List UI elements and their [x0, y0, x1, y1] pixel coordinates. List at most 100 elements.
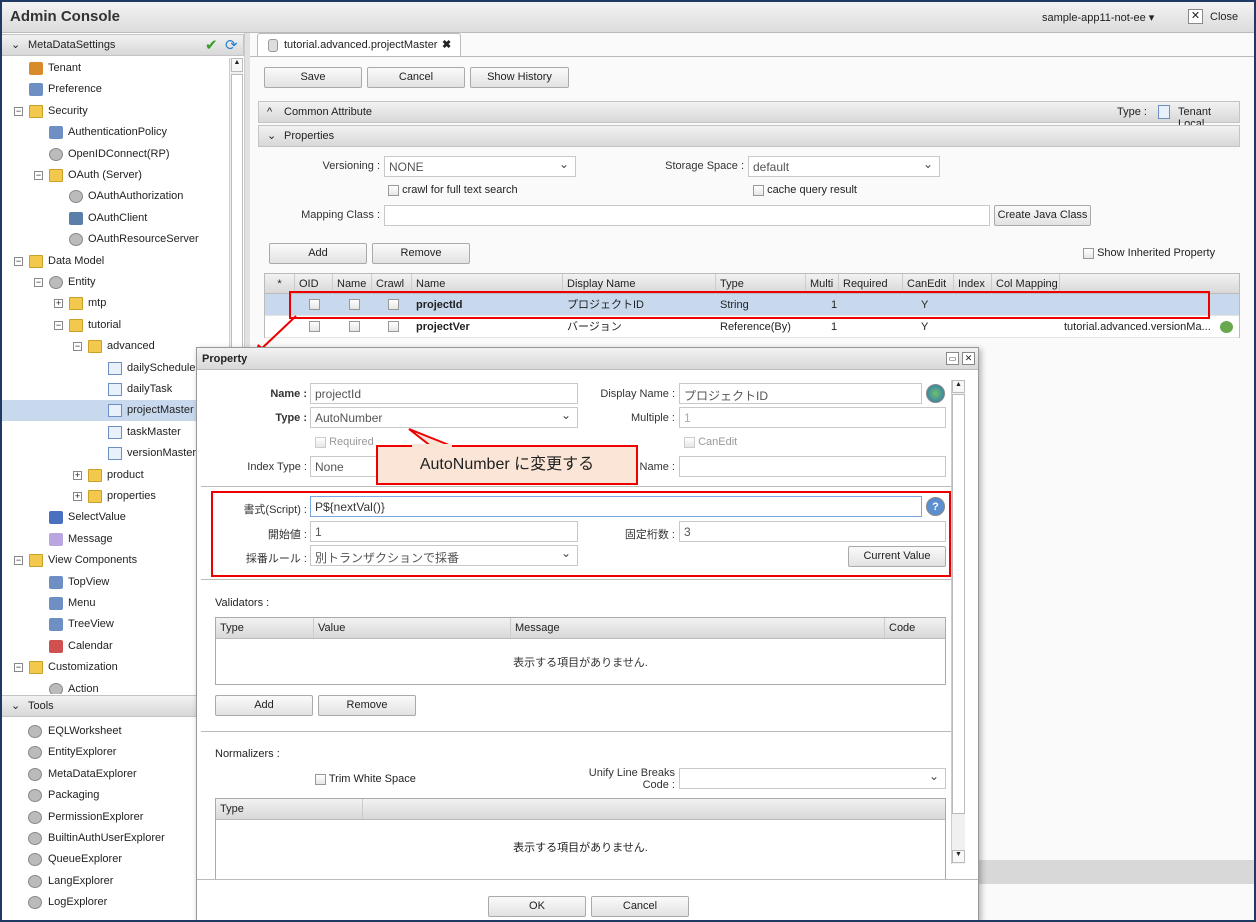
collapse-icon[interactable]: − — [34, 171, 43, 180]
cancel-button[interactable]: Cancel — [367, 67, 465, 88]
tree-item-menu[interactable]: Menu — [0, 593, 229, 614]
canedit-checkbox[interactable]: CanEdit — [684, 436, 737, 448]
col-type: Type — [216, 799, 363, 819]
dialog-cancel-button[interactable]: Cancel — [591, 896, 689, 917]
collapse-icon[interactable]: − — [54, 320, 63, 330]
save-button[interactable]: Save — [264, 67, 362, 88]
name-input[interactable]: projectId — [310, 383, 578, 404]
unify-line-breaks-select[interactable] — [679, 768, 946, 789]
properties-header[interactable]: ⌄ Properties — [258, 125, 1240, 147]
globe-icon[interactable] — [926, 384, 945, 403]
tree-item-product[interactable]: + product — [0, 465, 229, 486]
tree-item-openidconnect-rp-[interactable]: OpenIDConnect(RP) — [0, 144, 229, 165]
tree-item-tenant[interactable]: Tenant — [0, 58, 229, 79]
display-name-input[interactable]: プロジェクトID — [679, 383, 922, 404]
storage-space-select[interactable]: default — [748, 156, 940, 177]
add-validator-button[interactable]: Add — [215, 695, 313, 716]
tree-item-dailyschedule[interactable]: dailySchedule — [0, 358, 229, 379]
tree-item-view-components[interactable]: − View Components — [0, 550, 229, 571]
tree-item-oauthclient[interactable]: OAuthClient — [0, 208, 229, 229]
dialog-scrollbar[interactable]: ▲ ▼ — [951, 380, 965, 864]
tree-item-tutorial[interactable]: − tutorial — [0, 315, 229, 336]
show-history-button[interactable]: Show History — [470, 67, 569, 88]
tree-item-preference[interactable]: Preference — [0, 79, 229, 100]
tree-item-customization[interactable]: − Customization — [0, 657, 229, 678]
versioning-select[interactable]: NONE — [384, 156, 576, 177]
tree-item-label: versionMaster — [127, 447, 197, 460]
tree-item-security[interactable]: − Security — [0, 101, 229, 122]
tree-item-dailytask[interactable]: dailyTask — [0, 379, 229, 400]
tree-item-action[interactable]: Action — [0, 679, 229, 694]
collapse-icon[interactable]: − — [14, 556, 23, 566]
tree-item-label: OAuthAuthorization — [88, 190, 184, 203]
column-name-input[interactable] — [679, 456, 946, 477]
collapse-icon[interactable]: − — [34, 278, 43, 287]
check-icon[interactable]: ✔ — [205, 36, 218, 54]
expand-icon[interactable]: + — [54, 299, 63, 309]
tree-item-treeview[interactable]: TreeView — [0, 614, 229, 635]
remove-property-button[interactable]: Remove — [372, 243, 470, 264]
expand-icon[interactable]: + — [73, 492, 82, 501]
row-checkbox[interactable] — [388, 321, 399, 332]
required-checkbox[interactable]: Required — [315, 436, 374, 448]
show-inherited-checkbox[interactable]: Show Inherited Property — [1083, 247, 1215, 259]
remove-validator-button[interactable]: Remove — [318, 695, 416, 716]
mapping-class-input[interactable] — [384, 205, 990, 226]
tree-item-label: Data Model — [48, 254, 105, 267]
tool-icon — [28, 746, 42, 760]
add-property-button[interactable]: Add — [269, 243, 367, 264]
collapse-icon[interactable]: − — [14, 663, 23, 673]
tree-item-label: Entity — [68, 276, 96, 288]
tree-item-topview[interactable]: TopView — [0, 572, 229, 593]
app-select[interactable]: sample-app11-not-ee ▾ — [1042, 11, 1154, 24]
tree-item-entity[interactable]: − Entity — [0, 272, 229, 293]
tree-item-data-model[interactable]: − Data Model — [0, 251, 229, 272]
tree-item-properties[interactable]: + properties — [0, 486, 229, 507]
collapse-icon[interactable]: − — [14, 106, 23, 116]
tree-item-oauthauthorization[interactable]: OAuthAuthorization — [0, 186, 229, 207]
cache-checkbox[interactable]: cache query result — [753, 184, 857, 196]
cache-label: cache query result — [767, 184, 857, 196]
tree-item-advanced[interactable]: − advanced — [0, 336, 229, 357]
create-java-class-button[interactable]: Create Java Class — [994, 205, 1091, 226]
collapse-icon[interactable]: − — [14, 256, 23, 266]
collapse-icon[interactable]: − — [73, 342, 82, 352]
ok-button[interactable]: OK — [488, 896, 586, 917]
divider — [201, 731, 961, 732]
folder-icon — [29, 661, 43, 675]
tab-close-icon[interactable]: ✖ — [442, 38, 451, 51]
tree-item-oauth-server-[interactable]: − OAuth (Server) — [0, 165, 229, 186]
tree-item-mtp[interactable]: + mtp — [0, 293, 229, 314]
tree-item-calendar[interactable]: Calendar — [0, 636, 229, 657]
tree-item-versionmaster[interactable]: versionMaster — [0, 443, 229, 464]
trim-white-space-checkbox[interactable]: Trim White Space — [315, 773, 416, 785]
tree-item-taskmaster[interactable]: taskMaster — [0, 422, 229, 443]
tree-item-oauthresourceserver[interactable]: OAuthResourceServer — [0, 229, 229, 250]
tree-item-projectmaster[interactable]: projectMaster — [0, 400, 229, 422]
common-attribute-header[interactable]: ^ Common Attribute Type : Tenant Local — [258, 101, 1240, 130]
dialog-close-icon[interactable]: ✕ — [962, 352, 975, 365]
tree-item-authenticationpolicy[interactable]: AuthenticationPolicy — [0, 122, 229, 143]
close-icon[interactable]: ✕ — [1188, 9, 1203, 24]
maximize-icon[interactable]: ▭ — [946, 352, 959, 365]
row-checkbox[interactable] — [309, 321, 320, 332]
cell-mapping: tutorial.advanced.versionMa... — [1064, 321, 1211, 333]
reference-icon[interactable] — [1220, 321, 1233, 333]
folder-icon — [88, 490, 102, 503]
close-button[interactable]: Close — [1210, 11, 1238, 23]
crawl-checkbox[interactable]: crawl for full text search — [388, 184, 518, 196]
multiple-input[interactable]: 1 — [679, 407, 946, 428]
tree-item-message[interactable]: Message — [0, 529, 229, 550]
expand-icon[interactable]: + — [73, 470, 82, 480]
row-checkbox[interactable] — [349, 321, 360, 332]
tree-item-selectvalue[interactable]: SelectValue — [0, 507, 229, 528]
grid-row[interactable]: projectVer バージョン Reference(By) 1 Ytutorial.a… — [265, 316, 1239, 338]
type-select[interactable]: AutoNumber — [310, 407, 578, 428]
normalizers-header: Type — [216, 799, 945, 820]
dialog-body: Name : projectId Display Name : プロジェクトID… — [197, 371, 965, 879]
tab-projectmaster[interactable]: tutorial.advanced.projectMaster ✖ — [257, 33, 461, 57]
refresh-icon[interactable]: ⟳ — [225, 36, 238, 54]
property-dialog: Property ▭ ✕ Name : projectId Display Na… — [196, 347, 979, 922]
metadata-tree: Tenant Preference − Security AuthenticationP… — [0, 58, 229, 694]
metadata-settings-header[interactable]: ⌄ MetaDataSettings ✔ ⟳ — [0, 34, 244, 56]
